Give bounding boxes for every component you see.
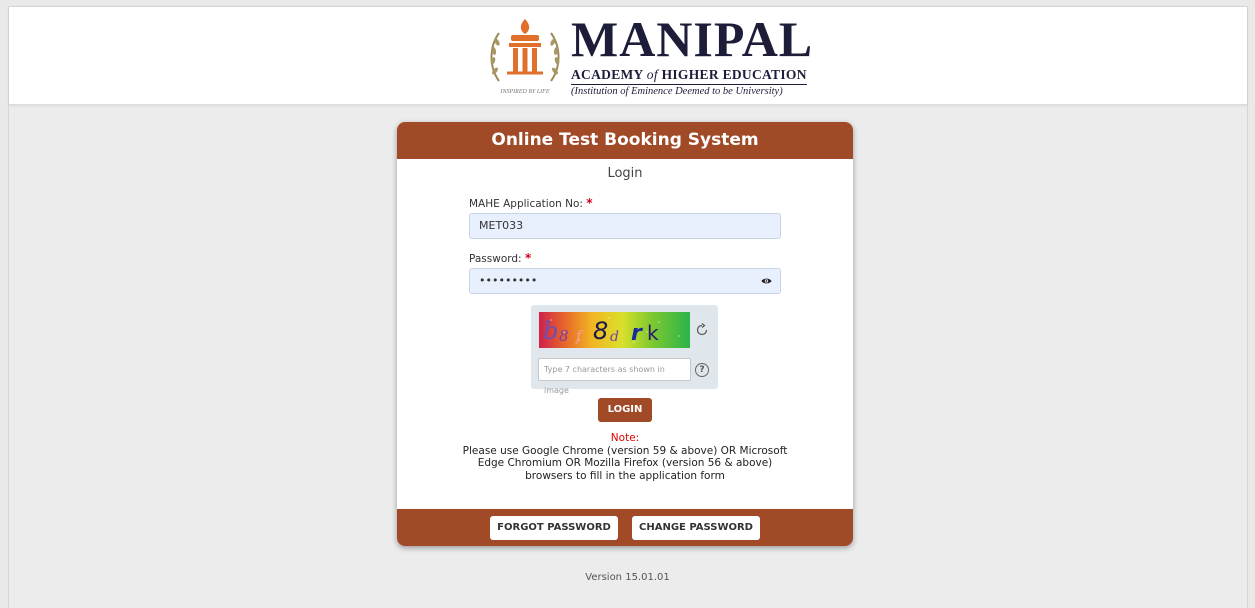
svg-text:INSPIRED BY LIFE: INSPIRED BY LIFE	[500, 89, 550, 95]
forgot-password-button[interactable]: FORGOT PASSWORD	[490, 516, 618, 540]
note-line: browsers to fill in the application form	[525, 469, 725, 482]
brand-name: MANIPAL	[571, 11, 814, 67]
version-label: Version 15.01.01	[585, 572, 670, 583]
svg-text:d: d	[610, 329, 619, 345]
note-title: Note:	[610, 432, 640, 444]
application-no-input[interactable]: MET033	[469, 213, 781, 239]
help-icon[interactable]: ?	[695, 363, 709, 377]
login-card: Online Test Booking System Login MAHE Ap…	[397, 122, 853, 546]
application-no-label: MAHE Application No: *	[469, 196, 593, 210]
captcha-image: b 8 f 8 d r k	[539, 312, 690, 348]
note-line: Edge Chromium OR Mozilla Firefox (versio…	[477, 457, 773, 469]
login-button[interactable]: LOGIN	[598, 398, 652, 422]
change-password-button[interactable]: CHANGE PASSWORD	[632, 516, 760, 540]
svg-text:8: 8	[593, 317, 608, 345]
password-label: Password: *	[469, 251, 532, 265]
svg-text:b: b	[543, 317, 558, 345]
required-mark: *	[524, 251, 532, 265]
manipal-logo: INSPIRED BY LIFE MANIPAL ACADEMY of HIGH…	[479, 12, 812, 102]
card-footer: FORGOT PASSWORD CHANGE PASSWORD	[397, 509, 853, 546]
site-header: INSPIRED BY LIFE MANIPAL ACADEMY of HIGH…	[9, 7, 1247, 105]
manipal-emblem-icon: INSPIRED BY LIFE	[490, 19, 560, 95]
svg-text:8: 8	[559, 327, 569, 345]
required-mark: *	[586, 196, 593, 210]
password-value: •••••••••	[479, 274, 538, 287]
login-heading: Login	[607, 166, 643, 181]
show-password-eye-icon[interactable]	[761, 276, 772, 286]
svg-text:r: r	[631, 321, 643, 346]
captcha-input[interactable]: Type 7 characters as shown in image	[538, 358, 691, 395]
captcha-text-graphic: b 8 f 8 d r k	[543, 317, 680, 346]
refresh-captcha-icon[interactable]	[695, 323, 709, 337]
institution-tagline: (Institution of Eminence Deemed to be Un…	[571, 86, 783, 97]
browser-note: Note: Please use Google Chrome (version …	[451, 432, 799, 482]
password-input[interactable]: •••••••••	[469, 268, 781, 294]
captcha-panel: b 8 f 8 d r k Type 7 characters as shown…	[531, 305, 718, 395]
svg-text:k: k	[647, 321, 659, 345]
note-line: Please use Google Chrome (version 59 & a…	[462, 444, 788, 457]
academy-name: ACADEMY of HIGHER EDUCATION	[571, 67, 807, 85]
card-title: Online Test Booking System	[397, 122, 853, 159]
svg-text:f: f	[575, 327, 584, 345]
